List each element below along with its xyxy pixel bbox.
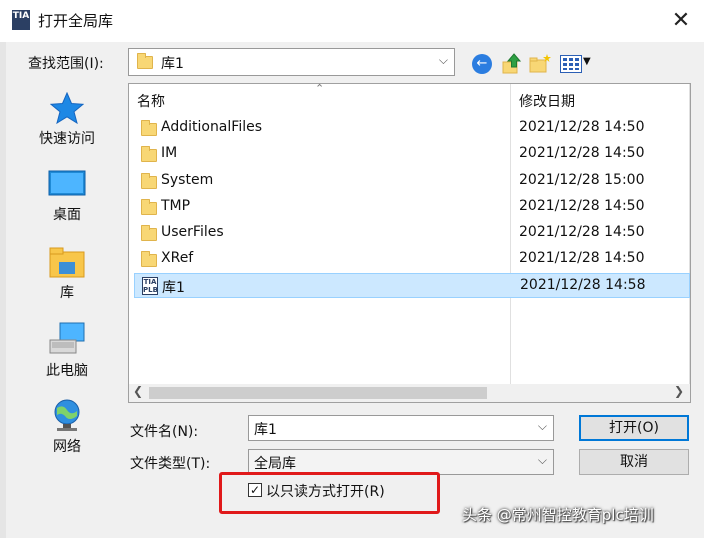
caret-down-icon: ▼ <box>583 56 591 67</box>
desktop-icon <box>48 170 86 196</box>
item-date: 2021/12/28 14:50 <box>519 119 645 135</box>
item-name: TMP <box>161 198 191 214</box>
chevron-down-icon[interactable]: ⌵ <box>538 419 547 434</box>
list-item-selected[interactable]: TIA PLB 库1 2021/12/28 14:58 <box>134 273 690 298</box>
window-title: 打开全局库 <box>38 12 114 30</box>
places-bar: 快速访问 桌面 库 此电脑 网络 <box>22 82 112 482</box>
filetype-value: 全局库 <box>254 456 296 472</box>
folder-icon <box>141 119 157 136</box>
item-date: 2021/12/28 14:50 <box>519 145 645 161</box>
this-pc-icon <box>49 322 85 354</box>
new-folder-icon <box>529 54 551 73</box>
filetype-label: 文件类型(T): <box>130 456 211 472</box>
place-libraries[interactable]: 库 <box>22 246 112 302</box>
libraries-icon <box>49 247 85 278</box>
new-folder-button[interactable] <box>528 52 554 76</box>
item-name: XRef <box>161 250 194 266</box>
place-label: 桌面 <box>53 207 81 223</box>
tia-library-icon: TIA PLB <box>142 277 158 295</box>
list-header: 名称 ⌃ 修改日期 <box>129 82 690 114</box>
item-date: 2021/12/28 14:50 <box>519 250 645 266</box>
list-item[interactable]: AdditionalFiles 2021/12/28 14:50 <box>134 116 690 141</box>
scroll-right-icon[interactable]: ❯ <box>674 384 684 398</box>
tia-app-icon: TIA <box>12 10 30 30</box>
quick-access-star-icon <box>50 92 84 124</box>
place-label: 此电脑 <box>46 363 88 379</box>
place-this-pc[interactable]: 此电脑 <box>22 322 112 380</box>
folder-icon <box>141 224 157 241</box>
column-header-date[interactable]: 修改日期 <box>519 91 575 111</box>
item-name: 库1 <box>162 280 185 296</box>
place-desktop[interactable]: 桌面 <box>22 170 112 224</box>
cancel-button[interactable]: 取消 <box>579 449 689 475</box>
folder-icon <box>137 53 153 69</box>
up-folder-icon <box>502 53 522 74</box>
look-in-value: 库1 <box>161 56 184 72</box>
watermark: 头条 @常州智控教育plc培训 <box>462 506 654 524</box>
up-folder-button[interactable] <box>500 52 526 76</box>
close-button[interactable]: ✕ <box>658 0 704 42</box>
network-globe-icon <box>54 399 80 431</box>
place-label: 网络 <box>53 439 81 455</box>
background-window-edge <box>0 42 6 538</box>
column-header-name[interactable]: 名称 <box>137 91 165 111</box>
back-button[interactable]: ← <box>470 52 496 76</box>
item-name: UserFiles <box>161 224 224 240</box>
back-icon: ← <box>472 54 492 74</box>
open-button[interactable]: 打开(O) <box>579 415 689 441</box>
chevron-down-icon[interactable]: ⌵ <box>538 453 547 468</box>
view-menu-button[interactable]: ▼ <box>558 52 592 76</box>
folder-icon <box>141 172 157 189</box>
view-menu-icon <box>560 55 582 73</box>
highlight-annotation-box <box>219 472 440 514</box>
horizontal-scrollbar[interactable]: ❮ ❯ <box>129 384 690 402</box>
item-date: 2021/12/28 14:50 <box>519 198 645 214</box>
place-quick-access[interactable]: 快速访问 <box>22 92 112 148</box>
look-in-label: 查找范围(I): <box>28 56 104 72</box>
file-list[interactable]: 名称 ⌃ 修改日期 AdditionalFiles 2021/12/28 14:… <box>128 82 691 403</box>
folder-icon <box>141 145 157 162</box>
list-item[interactable]: System 2021/12/28 15:00 <box>134 169 690 194</box>
item-date: 2021/12/28 14:58 <box>520 277 646 293</box>
chevron-down-icon: ⌵ <box>438 53 448 67</box>
list-item[interactable]: IM 2021/12/28 14:50 <box>134 142 690 167</box>
item-name: System <box>161 172 214 188</box>
list-item[interactable]: XRef 2021/12/28 14:50 <box>134 247 690 272</box>
look-in-combo[interactable]: 库1 ⌵ <box>128 48 455 76</box>
sort-ascending-icon: ⌃ <box>315 82 325 95</box>
place-label: 快速访问 <box>39 131 95 147</box>
scroll-left-icon[interactable]: ❮ <box>133 384 143 398</box>
item-date: 2021/12/28 15:00 <box>519 172 645 188</box>
scrollbar-thumb[interactable] <box>149 387 487 399</box>
item-name: IM <box>161 145 178 161</box>
folder-icon <box>141 198 157 215</box>
filename-value: 库1 <box>254 422 277 438</box>
place-label: 库 <box>60 285 74 301</box>
filename-combo[interactable]: 库1 ⌵ <box>248 415 554 441</box>
item-name: AdditionalFiles <box>161 119 263 135</box>
item-date: 2021/12/28 14:50 <box>519 224 645 240</box>
list-item[interactable]: UserFiles 2021/12/28 14:50 <box>134 221 690 246</box>
list-item[interactable]: TMP 2021/12/28 14:50 <box>134 195 690 220</box>
folder-icon <box>141 250 157 267</box>
place-network[interactable]: 网络 <box>22 398 112 456</box>
title-bar: TIA 打开全局库 ✕ <box>0 0 704 42</box>
filename-label: 文件名(N): <box>130 424 199 440</box>
